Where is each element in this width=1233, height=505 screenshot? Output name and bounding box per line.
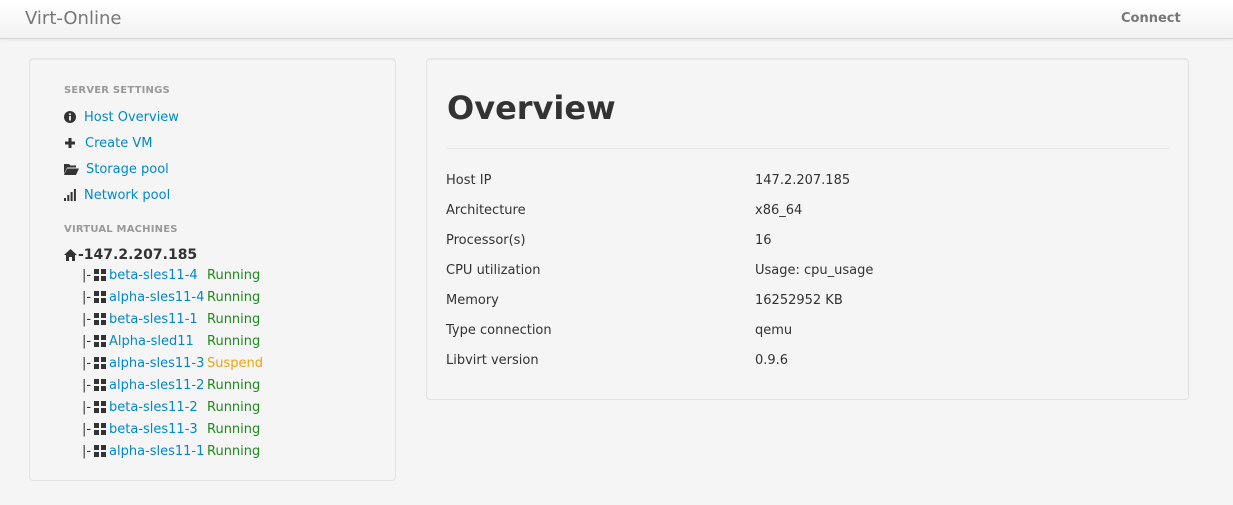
server-settings-header: SERVER SETTINGS (64, 85, 170, 96)
home-icon (64, 249, 77, 261)
vm-grid-icon (94, 401, 106, 413)
menu-host-overview-label[interactable]: Host Overview (84, 110, 179, 125)
menu-host-overview[interactable]: Host Overview (64, 107, 179, 127)
info-value: x86_64 (755, 202, 803, 218)
brand-title[interactable]: Virt-Online (25, 8, 121, 29)
vm-status: Running (207, 399, 261, 415)
vm-name[interactable]: alpha-sles11-4 (109, 290, 207, 305)
folder-open-icon (64, 162, 82, 176)
vm-name[interactable]: Alpha-sled11 (109, 334, 207, 349)
menu-storage-pool-label[interactable]: Storage pool (86, 162, 169, 177)
sidebar: SERVER SETTINGS Host Overview Create VM … (29, 58, 396, 481)
vm-row[interactable]: |- beta-sles11-4 Running (82, 265, 260, 285)
info-row-processors: Processor(s) 16 (446, 230, 1166, 250)
info-key: Type connection (446, 322, 552, 338)
vm-status: Running (207, 333, 261, 349)
vm-row[interactable]: |- Alpha-sled11 Running (82, 331, 260, 351)
tree-connector: |- (82, 355, 92, 371)
info-value: Usage: cpu_usage (755, 262, 874, 278)
info-value: 16252952 KB (755, 292, 843, 308)
menu-create-vm[interactable]: Create VM (64, 133, 152, 153)
menu-network-pool-label[interactable]: Network pool (84, 188, 170, 203)
info-row-type-connection: Type connection qemu (446, 320, 1166, 340)
host-node[interactable]: -147.2.207.185 (64, 245, 197, 265)
info-value: qemu (755, 322, 793, 338)
vm-status: Suspend (207, 355, 264, 371)
vm-row[interactable]: |- alpha-sles11-4 Running (82, 287, 260, 307)
tree-connector: |- (82, 311, 92, 327)
vm-grid-icon (94, 379, 106, 391)
vm-name[interactable]: beta-sles11-1 (109, 312, 207, 327)
info-key: Host IP (446, 172, 492, 188)
vm-row[interactable]: |- alpha-sles11-3 Suspend (82, 353, 263, 373)
vm-name[interactable]: beta-sles11-2 (109, 400, 207, 415)
info-row-memory: Memory 16252952 KB (446, 290, 1166, 310)
vm-name[interactable]: beta-sles11-4 (109, 268, 207, 283)
vm-grid-icon (94, 313, 106, 325)
connect-link[interactable]: Connect (1121, 11, 1181, 26)
tree-connector: |- (82, 289, 92, 305)
vm-grid-icon (94, 423, 106, 435)
vm-name[interactable]: alpha-sles11-3 (109, 356, 207, 371)
info-row-architecture: Architecture x86_64 (446, 200, 1166, 220)
vm-status: Running (207, 267, 261, 283)
info-value: 147.2.207.185 (755, 172, 851, 188)
menu-network-pool[interactable]: Network pool (64, 185, 170, 205)
vm-name[interactable]: beta-sles11-3 (109, 422, 207, 437)
vm-name[interactable]: alpha-sles11-2 (109, 378, 207, 393)
vm-row[interactable]: |- beta-sles11-1 Running (82, 309, 260, 329)
tree-connector: |- (82, 333, 92, 349)
info-circle-icon (64, 110, 82, 124)
vm-grid-icon (94, 269, 106, 281)
vm-grid-icon (94, 357, 106, 369)
tree-connector: |- (82, 399, 92, 415)
page-title: Overview (447, 89, 616, 127)
vm-row[interactable]: |- beta-sles11-2 Running (82, 397, 260, 417)
vm-row[interactable]: |- alpha-sles11-2 Running (82, 375, 260, 395)
info-key: CPU utilization (446, 262, 541, 278)
vm-grid-icon (94, 335, 106, 347)
top-navbar: Virt-Online Connect (0, 0, 1233, 39)
vm-status: Running (207, 443, 261, 459)
info-key: Processor(s) (446, 232, 526, 248)
vm-status: Running (207, 421, 261, 437)
menu-storage-pool[interactable]: Storage pool (64, 159, 169, 179)
tree-connector: |- (82, 377, 92, 393)
vm-status: Running (207, 377, 261, 393)
vm-status: Running (207, 311, 261, 327)
signal-icon (64, 188, 82, 202)
info-key: Architecture (446, 202, 526, 218)
overview-panel: Overview Host IP 147.2.207.185 Architect… (426, 58, 1189, 400)
plus-icon (64, 136, 82, 150)
vm-row[interactable]: |- alpha-sles11-1 Running (82, 441, 260, 461)
info-value: 0.9.6 (755, 352, 789, 368)
tree-connector: |- (82, 267, 92, 283)
tree-connector: |- (82, 443, 92, 459)
info-key: Libvirt version (446, 352, 539, 368)
info-key: Memory (446, 292, 499, 308)
info-row-host-ip: Host IP 147.2.207.185 (446, 170, 1166, 190)
vm-status: Running (207, 289, 261, 305)
title-divider (447, 148, 1169, 149)
tree-connector: |- (82, 421, 92, 437)
vm-grid-icon (94, 445, 106, 457)
vm-grid-icon (94, 291, 106, 303)
virtual-machines-header: VIRTUAL MACHINES (64, 224, 178, 235)
host-label[interactable]: -147.2.207.185 (78, 247, 197, 263)
vm-row[interactable]: |- beta-sles11-3 Running (82, 419, 260, 439)
vm-name[interactable]: alpha-sles11-1 (109, 444, 207, 459)
info-value: 16 (755, 232, 772, 248)
info-row-libvirt-version: Libvirt version 0.9.6 (446, 350, 1166, 370)
info-row-cpu-utilization: CPU utilization Usage: cpu_usage (446, 260, 1166, 280)
menu-create-vm-label[interactable]: Create VM (85, 136, 152, 151)
